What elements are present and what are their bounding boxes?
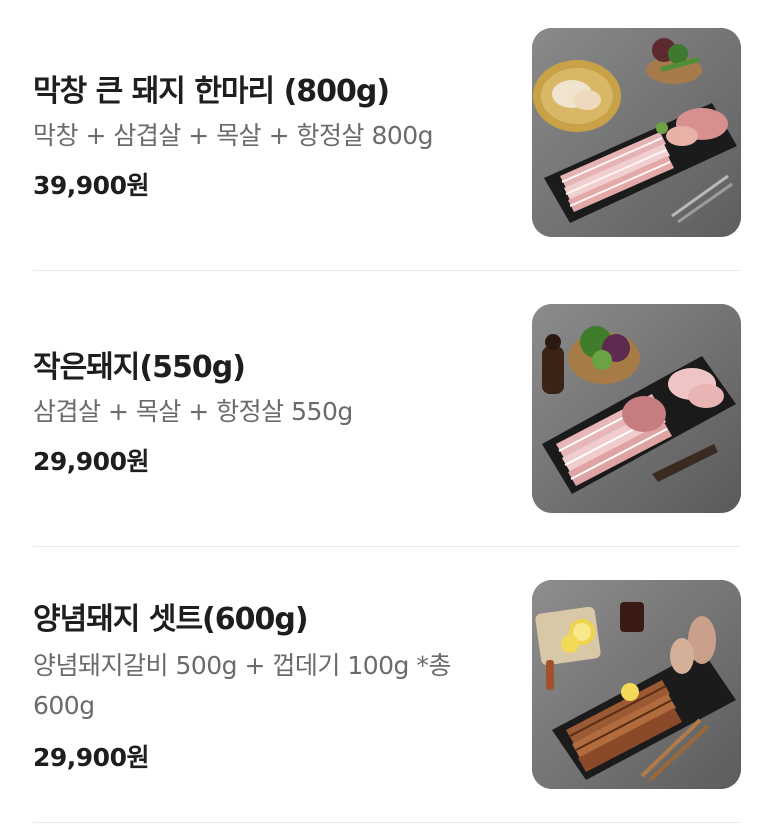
menu-item[interactable]: 양념돼지 셋트(600g) 양념돼지갈비 500g + 껍데기 100g *총 … — [33, 580, 741, 790]
menu-item-name: 작은돼지(550g) — [33, 350, 246, 385]
menu-item-price: 29,900원 — [33, 743, 149, 772]
menu-item-name: 막창 큰 돼지 한마리 (800g) — [33, 74, 390, 109]
menu-item-name: 양념돼지 셋트(600g) — [33, 602, 309, 637]
menu-item[interactable]: 막창 큰 돼지 한마리 (800g) 막창 + 삼겹살 + 목살 + 항정살 8… — [33, 28, 741, 238]
menu-item-price: 29,900원 — [33, 447, 149, 476]
menu-item[interactable]: 작은돼지(550g) 삼겹살 + 목살 + 항정살 550g 29,900원 — [33, 304, 741, 514]
menu-item-photo[interactable] — [532, 304, 741, 513]
divider — [33, 270, 741, 271]
divider — [33, 546, 741, 547]
menu-item-price: 39,900원 — [33, 171, 149, 200]
menu-item-description: 막창 + 삼겹살 + 목살 + 항정살 800g — [33, 121, 434, 150]
menu-item-photo[interactable] — [532, 28, 741, 237]
divider — [33, 822, 741, 823]
menu-item-photo[interactable] — [532, 580, 741, 789]
menu-item-description: 양념돼지갈비 500g + 껍데기 100g *총 600g — [33, 651, 451, 720]
menu-item-description: 삼겹살 + 목살 + 항정살 550g — [33, 397, 353, 426]
